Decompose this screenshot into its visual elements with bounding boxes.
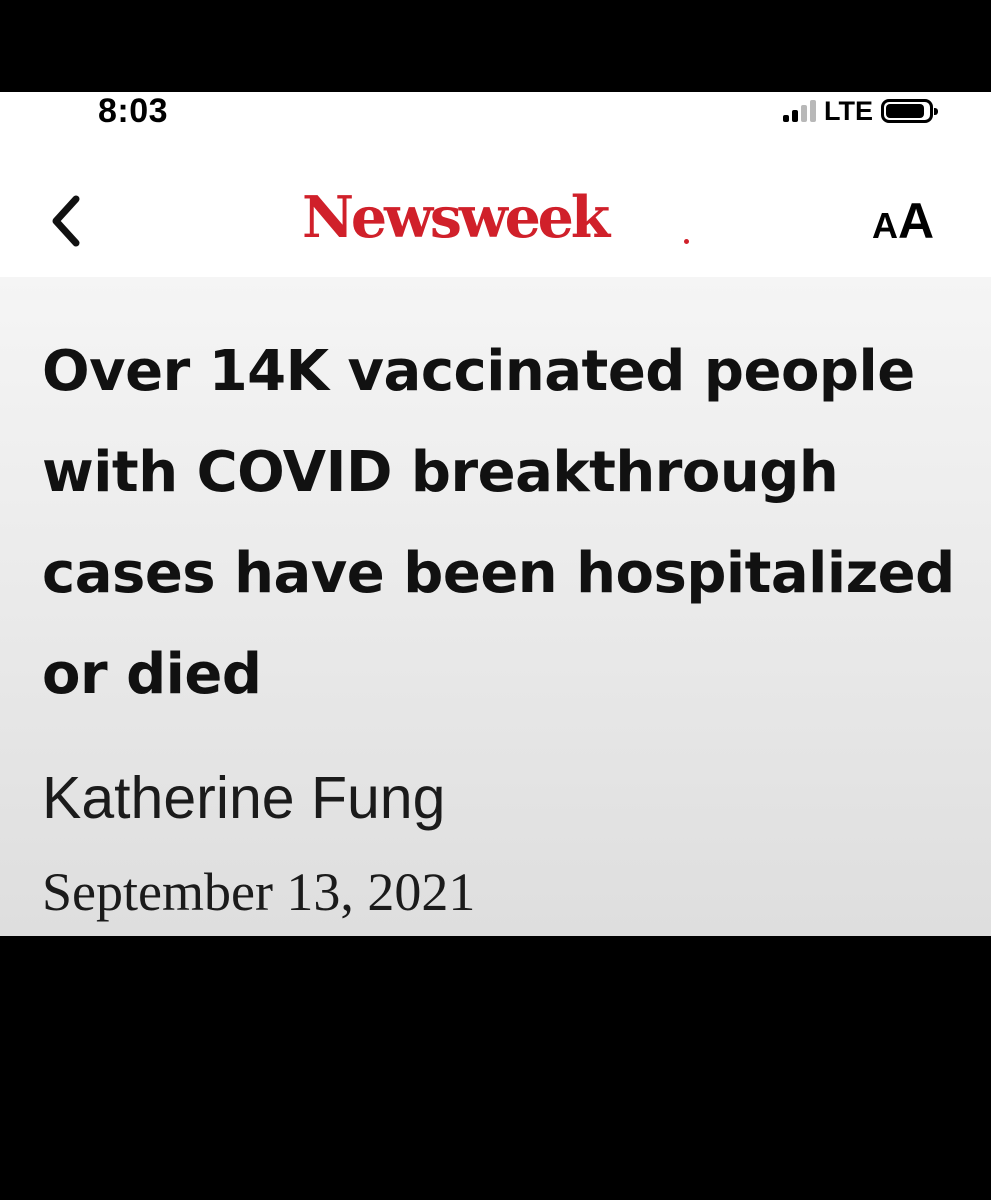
phone-screenshot: 8:03 LTE Newsweek A A Over 14K vaccinate… (0, 0, 991, 1200)
text-size-small-glyph: A (872, 205, 898, 246)
article-author: Katherine Fung (42, 765, 446, 831)
article-date: September 13, 2021 (42, 862, 476, 922)
battery-icon (881, 99, 938, 123)
status-indicators: LTE (783, 96, 938, 126)
text-size-button[interactable]: A A (872, 196, 934, 256)
network-type: LTE (824, 96, 873, 126)
back-button[interactable] (42, 191, 92, 251)
battery-level (886, 104, 924, 118)
status-time: 8:03 (98, 92, 169, 130)
battery-tip (934, 108, 938, 115)
logo-trademark-dot (684, 239, 689, 244)
signal-bar (810, 100, 816, 122)
top-letterbox (0, 0, 991, 92)
newsweek-logo: Newsweek (302, 184, 610, 251)
cellular-signal-icon (783, 100, 816, 122)
bottom-letterbox (0, 936, 991, 1200)
signal-bar (783, 115, 789, 122)
status-bar: 8:03 LTE (0, 92, 991, 136)
article-header: Over 14K vaccinated people with COVID br… (0, 277, 991, 936)
app-nav-bar: Newsweek A A (0, 136, 991, 277)
text-size-large-glyph: A (898, 193, 935, 249)
article-headline: Over 14K vaccinated people with COVID br… (42, 339, 955, 707)
signal-bar (792, 110, 798, 122)
signal-bar (801, 105, 807, 122)
chevron-left-icon (52, 195, 80, 247)
